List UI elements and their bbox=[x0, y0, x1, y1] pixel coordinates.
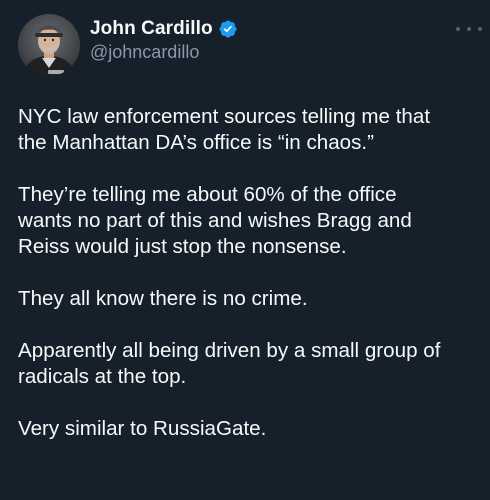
tweet-paragraph: Apparently all being driven by a small g… bbox=[18, 338, 480, 390]
author-info: John Cardillo @johncardillo bbox=[90, 17, 238, 63]
tweet-line: NYC law enforcement sources telling me t… bbox=[18, 105, 431, 128]
tweet-line: radicals at the top. bbox=[18, 365, 187, 388]
tweet-line: Apparently all being driven by a small g… bbox=[18, 339, 441, 362]
tweet-line: wants no part of this and wishes Bragg a… bbox=[18, 209, 412, 232]
tweet-line: the Manhattan DA’s office is “in chaos.” bbox=[18, 131, 374, 154]
tweet-text: NYC law enforcement sources telling me t… bbox=[18, 104, 480, 468]
tweet-line: They’re telling me about 60% of the offi… bbox=[18, 183, 397, 206]
tweet-paragraph: NYC law enforcement sources telling me t… bbox=[18, 104, 480, 156]
name-row: John Cardillo bbox=[90, 17, 238, 41]
tweet-card: John Cardillo @johncardillo NYC law enfo… bbox=[0, 0, 490, 500]
display-name[interactable]: John Cardillo bbox=[90, 18, 213, 40]
tweet-line: Reiss would just stop the nonsense. bbox=[18, 235, 347, 258]
tweet-paragraph: Very similar to RussiaGate. bbox=[18, 416, 480, 442]
avatar[interactable] bbox=[18, 14, 80, 76]
more-options-icon[interactable] bbox=[456, 22, 482, 36]
user-handle[interactable]: @johncardillo bbox=[90, 42, 238, 63]
tweet-paragraph: They all know there is no crime. bbox=[18, 286, 480, 312]
avatar-photo-icon bbox=[18, 14, 80, 76]
verified-badge-icon bbox=[218, 19, 238, 39]
tweet-line: Very similar to RussiaGate. bbox=[18, 417, 267, 440]
tweet-line: They all know there is no crime. bbox=[18, 287, 308, 310]
tweet-paragraph: They’re telling me about 60% of the offi… bbox=[18, 182, 480, 260]
